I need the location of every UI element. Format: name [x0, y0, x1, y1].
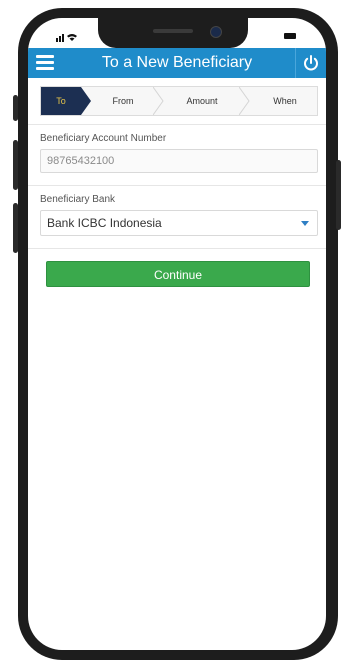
volume-down-button — [13, 203, 18, 253]
chevron-right-icon — [81, 87, 91, 115]
mute-switch — [13, 95, 18, 121]
continue-button[interactable]: Continue — [46, 261, 310, 287]
account-number-label: Beneficiary Account Number — [40, 133, 167, 144]
speaker — [153, 29, 193, 33]
page-title: To a New Beneficiary — [101, 54, 253, 71]
dropdown-caret-icon — [301, 221, 309, 226]
bank-label: Beneficiary Bank — [40, 194, 116, 205]
action-divider — [28, 248, 326, 250]
phone-screen: To a New Beneficiary To From Amount When… — [28, 18, 326, 650]
camera-icon — [210, 26, 222, 38]
battery-icon — [284, 33, 296, 39]
power-side-button — [336, 160, 341, 230]
account-number-input[interactable]: 98765432100 — [40, 149, 318, 173]
volume-up-button — [13, 140, 18, 190]
step-when[interactable]: When — [251, 87, 317, 115]
account-number-section: Beneficiary Account Number 98765432100 — [28, 124, 326, 185]
step-from[interactable]: From — [93, 87, 153, 115]
notch — [98, 18, 248, 48]
power-icon[interactable] — [302, 54, 320, 72]
signal-wifi-icon — [56, 32, 78, 44]
step-to[interactable]: To — [41, 87, 81, 115]
bank-select[interactable]: Bank ICBC Indonesia — [40, 210, 318, 236]
app-header: To a New Beneficiary — [28, 48, 326, 78]
step-progress-bar: To From Amount When — [40, 86, 318, 116]
step-label: Amount — [186, 96, 218, 106]
chevron-right-icon — [153, 87, 164, 115]
step-label: From — [112, 96, 134, 106]
bank-section: Beneficiary Bank Bank ICBC Indonesia — [28, 185, 326, 248]
step-label: To — [56, 96, 66, 106]
chevron-right-icon — [239, 87, 250, 115]
bank-selected-value: Bank ICBC Indonesia — [47, 216, 162, 230]
step-amount[interactable]: Amount — [165, 87, 239, 115]
header-divider — [295, 48, 296, 78]
step-label: When — [273, 96, 297, 106]
